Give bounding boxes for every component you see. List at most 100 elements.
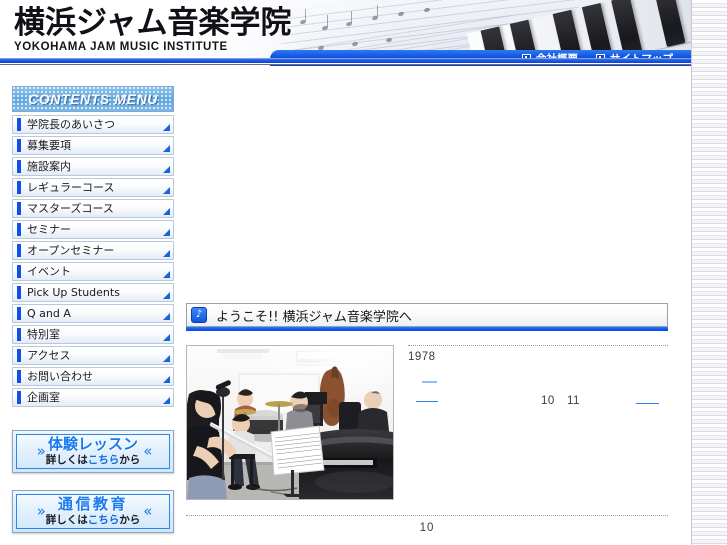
sidebar-item-masters-course[interactable]: マスターズコース <box>12 199 174 218</box>
sidebar-item-open-seminar[interactable]: オープンセミナー <box>12 241 174 260</box>
sidebar-item-label: イベント <box>27 265 71 278</box>
banner-trial-lesson[interactable]: » 体験レッスン 詳しくはこちらから « <box>12 430 174 473</box>
sidebar-item-q-and-a[interactable]: Q and A <box>12 304 174 323</box>
top-media-placeholder <box>186 70 674 303</box>
music-note-stem-decoration <box>377 5 378 17</box>
double-chevron-right-icon: » <box>36 442 46 460</box>
triangle-arrow-icon <box>163 397 170 404</box>
sidebar-item-regular-course[interactable]: レギュラーコース <box>12 178 174 197</box>
sidebar-item-label: Pick Up Students <box>27 286 120 299</box>
sidebar-item-label: アクセス <box>27 349 71 362</box>
banner-correspondence-education[interactable]: » 通信教育 詳しくはこちらから « <box>12 490 174 533</box>
sidebar-item-admission[interactable]: 募集要項 <box>12 136 174 155</box>
contents-menu-title: CONTENTS MENU <box>28 91 158 107</box>
sidebar-item-event[interactable]: イベント <box>12 262 174 281</box>
bullet-bar-icon <box>17 265 21 278</box>
sidebar-item-special-room[interactable]: 特別室 <box>12 325 174 344</box>
bullet-bar-icon <box>17 307 21 320</box>
ensemble-rehearsal-photo <box>186 345 394 500</box>
triangle-arrow-icon <box>163 229 170 236</box>
main-content: ♪ ようこそ!! 横浜ジャム音楽学院へ 1978 10 11 10 <box>186 70 674 540</box>
banner-subtitle: 詳しくはこちらから <box>46 455 141 466</box>
site-header: 横浜ジャム音楽学院 YOKOHAMA JAM MUSIC INSTITUTE 会… <box>0 0 691 66</box>
triangle-arrow-icon <box>163 145 170 152</box>
sidebar-item-access[interactable]: アクセス <box>12 346 174 365</box>
sidebar-item-label: 特別室 <box>27 328 60 341</box>
music-note-stem-decoration <box>327 15 328 27</box>
sidebar-item-principal-greeting[interactable]: 学院長のあいさつ <box>12 115 174 134</box>
banner-title: 通信教育 <box>57 495 128 514</box>
header-divider-rules <box>0 58 691 66</box>
welcome-section-rule <box>186 327 668 331</box>
music-note-stem-decoration <box>305 9 306 21</box>
banner-subtitle-highlight: こちら <box>87 454 120 467</box>
banner-subtitle-before: 詳しくは <box>45 454 88 467</box>
welcome-section-header: ♪ ようこそ!! 横浜ジャム音楽学院へ <box>186 303 668 327</box>
bullet-bar-icon <box>17 286 21 299</box>
site-logo-japanese: 横浜ジャム音楽学院 <box>14 5 292 41</box>
article-inline-number: 11 <box>567 395 580 407</box>
banner-subtitle-after: から <box>119 454 141 467</box>
double-chevron-right-icon: » <box>36 502 46 520</box>
music-note-icon: ♪ <box>191 307 207 323</box>
sidebar-item-label: 施設案内 <box>27 160 71 173</box>
banner-title: 体験レッスン <box>47 435 138 454</box>
bullet-bar-icon <box>17 223 21 236</box>
bullet-bar-icon <box>17 349 21 362</box>
banner-subtitle-highlight: こちら <box>87 514 120 527</box>
sidebar-item-label: 学院長のあいさつ <box>27 118 115 131</box>
sidebar-menu-list: 学院長のあいさつ 募集要項 施設案内 レギュラーコース マスターズコース セミナ… <box>12 115 174 407</box>
welcome-content-row: 1978 10 11 <box>186 345 668 500</box>
bullet-bar-icon <box>17 328 21 341</box>
welcome-section-title: ようこそ!! 横浜ジャム音楽学院へ <box>216 309 412 325</box>
article-link-visited[interactable] <box>422 381 437 383</box>
site-logo-english: YOKOHAMA JAM MUSIC INSTITUTE <box>14 41 228 53</box>
bullet-bar-icon <box>17 118 21 131</box>
bullet-bar-icon <box>17 139 21 152</box>
sidebar-item-pick-up-students[interactable]: Pick Up Students <box>12 283 174 302</box>
music-note-stem-decoration <box>351 11 352 23</box>
sidebar-banners: » 体験レッスン 詳しくはこちらから « » 通信教育 詳しくはこちらから « <box>12 430 174 545</box>
sidebar-item-facilities[interactable]: 施設案内 <box>12 157 174 176</box>
article-inline-number: 10 <box>541 395 555 407</box>
sidebar-item-label: セミナー <box>27 223 71 236</box>
double-chevron-left-icon: « <box>143 502 152 520</box>
bullet-bar-icon <box>17 370 21 383</box>
triangle-arrow-icon <box>163 376 170 383</box>
page-root: 横浜ジャム音楽学院 YOKOHAMA JAM MUSIC INSTITUTE 会… <box>0 0 727 545</box>
article-link[interactable] <box>416 401 438 402</box>
sidebar-item-label: オープンセミナー <box>27 244 115 257</box>
article-body: 10 11 <box>408 375 668 421</box>
sidebar-item-label: レギュラーコース <box>27 181 115 194</box>
sidebar-item-label: 募集要項 <box>27 139 71 152</box>
banner-subtitle: 詳しくはこちらから <box>46 515 141 526</box>
page-footer: 10 <box>186 515 668 534</box>
edge-divider-line <box>691 0 692 545</box>
triangle-arrow-icon <box>163 250 170 257</box>
triangle-arrow-icon <box>163 292 170 299</box>
triangle-arrow-icon <box>163 313 170 320</box>
triangle-arrow-icon <box>163 208 170 215</box>
sidebar-item-planning-room[interactable]: 企画室 <box>12 388 174 407</box>
triangle-arrow-icon <box>163 334 170 341</box>
article-top-divider <box>408 345 668 347</box>
footer-divider <box>186 515 668 517</box>
right-edge-texture <box>691 0 727 545</box>
sidebar-item-contact[interactable]: お問い合わせ <box>12 367 174 386</box>
footer-number: 10 <box>419 522 435 534</box>
sidebar-item-label: 企画室 <box>27 391 60 404</box>
bullet-bar-icon <box>17 244 21 257</box>
triangle-arrow-icon <box>163 355 170 362</box>
article-link[interactable] <box>636 403 659 404</box>
banner-subtitle-after: から <box>119 514 141 527</box>
news-article: 1978 10 11 <box>408 345 668 421</box>
sidebar-item-label: マスターズコース <box>27 202 114 215</box>
banner-subtitle-before: 詳しくは <box>45 514 88 527</box>
article-year: 1978 <box>408 351 436 363</box>
sidebar-item-seminar[interactable]: セミナー <box>12 220 174 239</box>
triangle-arrow-icon <box>163 271 170 278</box>
sidebar-item-label: Q and A <box>27 307 71 320</box>
site-logo[interactable]: 横浜ジャム音楽学院 YOKOHAMA JAM MUSIC INSTITUTE <box>14 6 291 54</box>
sidebar-item-label: お問い合わせ <box>27 370 93 383</box>
bullet-bar-icon <box>17 202 21 215</box>
